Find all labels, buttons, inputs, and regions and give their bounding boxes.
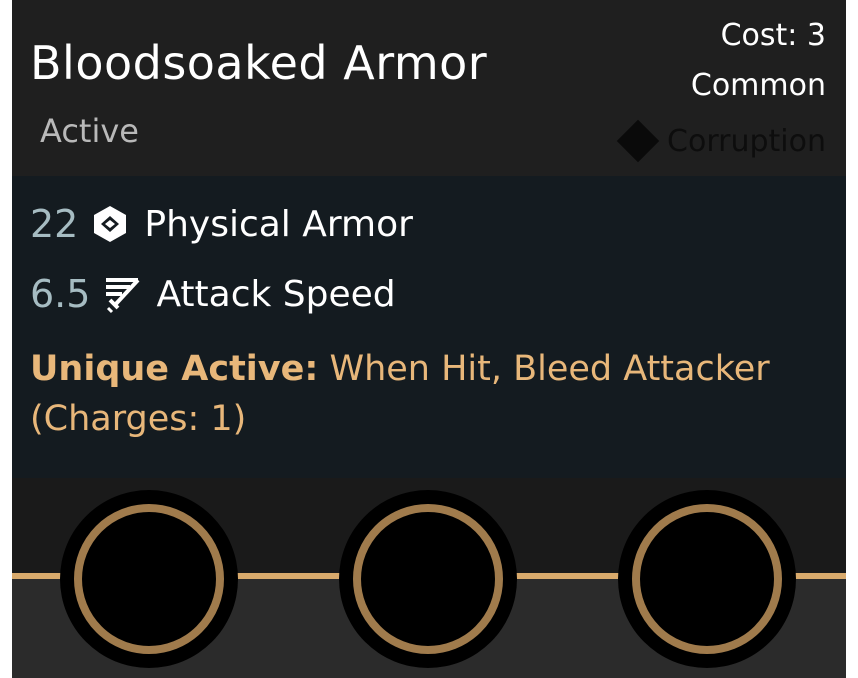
tag-label: Corruption xyxy=(667,123,826,159)
stat-value: 22 xyxy=(30,202,79,246)
item-cost: Cost: 3 xyxy=(720,18,826,53)
socket-ring xyxy=(74,504,224,654)
socket-ring xyxy=(353,504,503,654)
ability-prefix: Unique Active: xyxy=(30,349,319,389)
ability-description: Unique Active: When Hit, Bleed Attacker … xyxy=(30,344,810,444)
item-rarity: Common xyxy=(690,68,826,103)
socket-3[interactable] xyxy=(618,490,796,668)
item-header: Bloodsoaked Armor Active Cost: 3 Common … xyxy=(12,0,846,176)
socket-2[interactable] xyxy=(339,490,517,668)
stat-value: 6.5 xyxy=(30,272,91,316)
stat-label: Attack Speed xyxy=(156,273,396,315)
physical-armor-icon xyxy=(90,204,130,244)
stat-label: Physical Armor xyxy=(144,203,413,245)
attack-speed-icon xyxy=(102,274,142,314)
socket-bar xyxy=(12,478,846,678)
socket-1[interactable] xyxy=(60,490,238,668)
item-type: Active xyxy=(40,112,139,150)
stat-attack-speed: 6.5 Attack Speed xyxy=(30,269,396,319)
stat-physical-armor: 22 Physical Armor xyxy=(30,199,413,249)
item-card: Bloodsoaked Armor Active Cost: 3 Common … xyxy=(12,0,846,678)
item-tag: Corruption xyxy=(613,119,826,163)
socket-ring xyxy=(632,504,782,654)
corruption-icon xyxy=(613,116,663,166)
item-title: Bloodsoaked Armor xyxy=(30,36,488,90)
